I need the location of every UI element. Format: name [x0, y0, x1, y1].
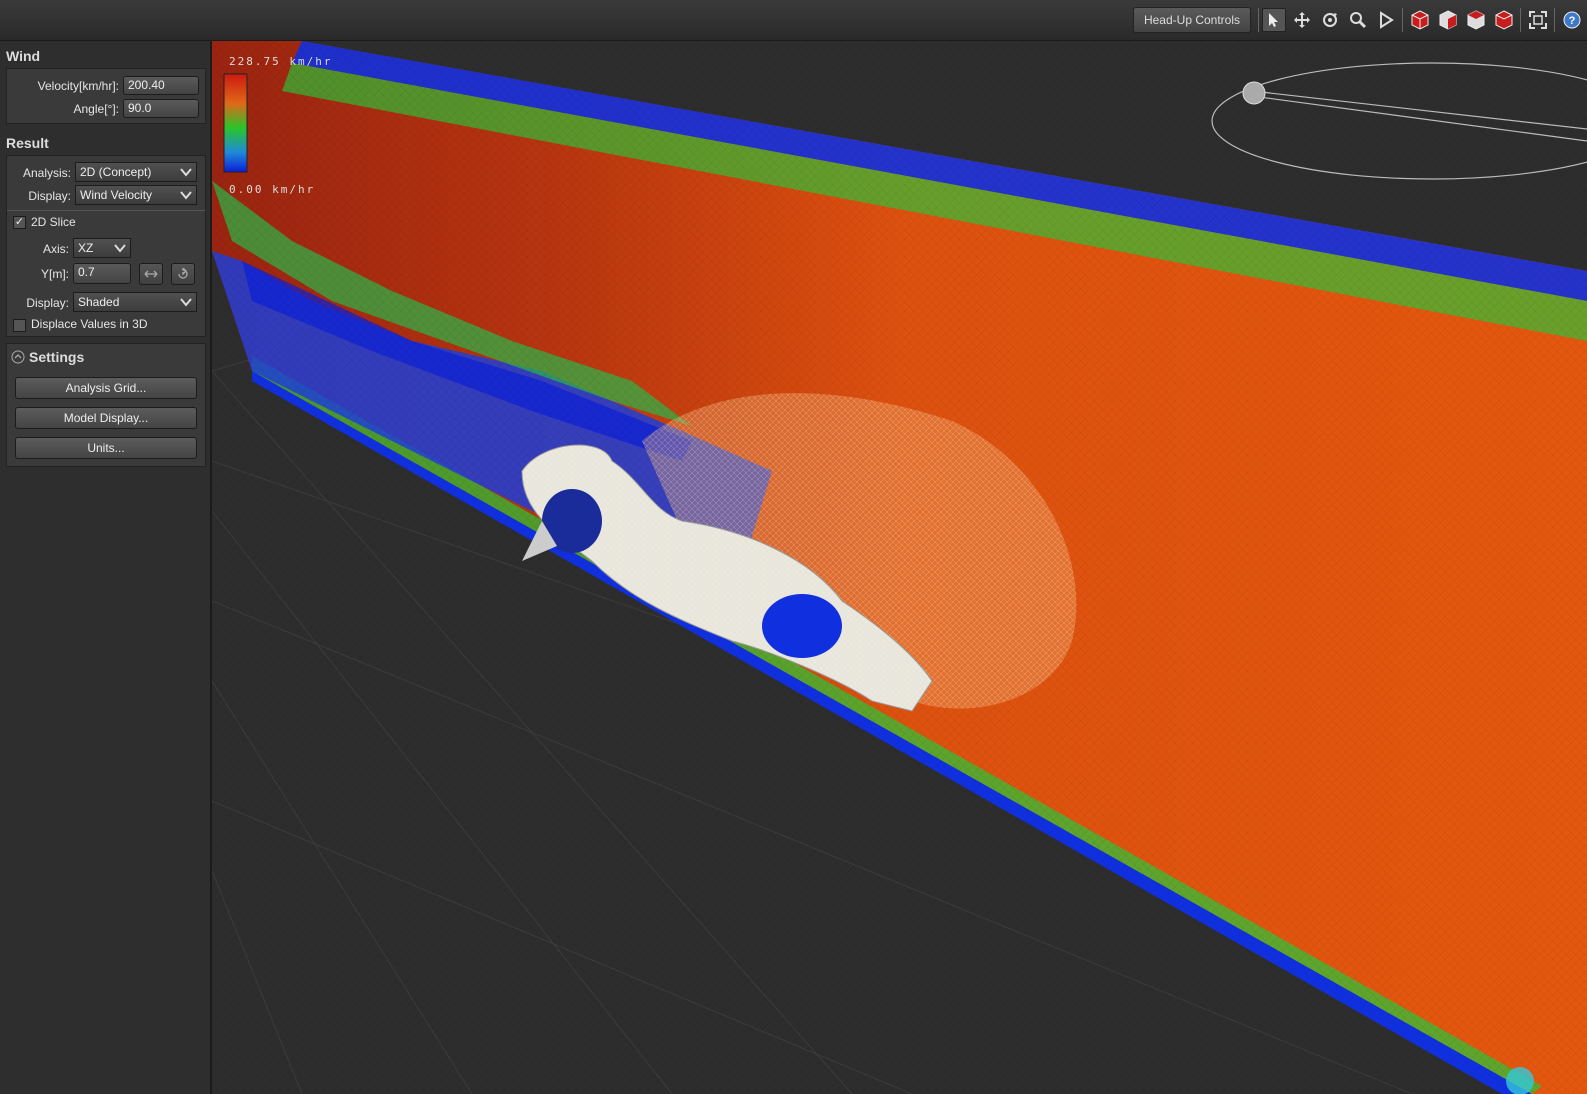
zoom-icon[interactable] [1346, 8, 1370, 32]
swap-arrows-icon [144, 270, 158, 278]
axis-label: Axis: [42, 242, 69, 256]
select-arrow-icon[interactable] [1262, 8, 1286, 32]
help-icon[interactable]: ? [1560, 8, 1584, 32]
chevron-down-icon [180, 168, 192, 177]
result-section-title: Result [6, 135, 49, 151]
head-up-controls-button[interactable]: Head-Up Controls [1133, 7, 1251, 33]
swap-direction-button[interactable] [139, 263, 163, 285]
axis-value: XZ [78, 241, 94, 255]
origin-marker-icon [1506, 1067, 1534, 1094]
scene-canvas[interactable] [212, 41, 1587, 1094]
settings-section-title: Settings [29, 349, 85, 365]
fit-view-icon[interactable] [1526, 8, 1550, 32]
displace-3d-checkbox[interactable] [13, 319, 26, 332]
divider [7, 210, 205, 211]
axis-dropdown[interactable]: XZ [73, 238, 131, 258]
analysis-value: 2D (Concept) [80, 165, 152, 179]
3d-viewport[interactable]: 228.75 km/hr 0.00 km/hr [212, 41, 1587, 1094]
display-value: Wind Velocity [80, 188, 153, 202]
chevron-down-icon [180, 191, 192, 200]
angle-label: Angle[°]: [73, 102, 120, 116]
view-cube-iso-icon[interactable] [1492, 8, 1516, 32]
orbit-icon[interactable] [1318, 8, 1342, 32]
y-input[interactable]: 0.7 [73, 263, 131, 284]
units-button[interactable]: Units... [15, 437, 197, 459]
settings-group: Settings Analysis Grid... Model Display.… [6, 343, 206, 467]
wheel-well-front [762, 594, 842, 658]
play-icon[interactable] [1374, 8, 1398, 32]
view-cube-top-icon[interactable] [1464, 8, 1488, 32]
analysis-dropdown[interactable]: 2D (Concept) [75, 162, 197, 182]
display2-label: Display: [26, 296, 69, 310]
y-label: Y[m]: [40, 267, 69, 281]
toolbar-separator [1554, 8, 1555, 32]
displace-3d-label: Displace Values in 3D [31, 317, 148, 331]
toolbar-separator [1258, 8, 1259, 32]
chevron-down-icon [180, 298, 192, 307]
collapse-icon[interactable] [11, 350, 25, 364]
view-cube-front-icon[interactable] [1408, 8, 1432, 32]
legend-min-label: 0.00 km/hr [229, 183, 316, 196]
legend-max-label: 228.75 km/hr [229, 55, 333, 68]
toolbar-separator [1520, 8, 1521, 32]
top-toolbar: Head-Up Controls ? [0, 0, 1587, 41]
analysis-grid-button[interactable]: Analysis Grid... [15, 377, 197, 399]
velocity-label: Velocity[km/hr]: [37, 79, 119, 93]
model-display-button[interactable]: Model Display... [15, 407, 197, 429]
angle-input[interactable]: 90.0 [123, 99, 199, 118]
analysis-label: Analysis: [22, 166, 71, 180]
chevron-down-icon [114, 244, 126, 253]
toolbar-separator [1402, 8, 1403, 32]
wind-section-title: Wind [6, 48, 41, 64]
display-dropdown[interactable]: Wind Velocity [75, 185, 197, 205]
result-group: Analysis: 2D (Concept) Display: Wind Vel… [6, 155, 206, 337]
wind-group: Velocity[km/hr]: 200.40 Angle[°]: 90.0 [6, 68, 206, 124]
compass-sphere-icon [1242, 81, 1266, 105]
reset-slice-button[interactable] [171, 263, 195, 285]
shading-dropdown[interactable]: Shaded [73, 292, 197, 312]
2d-slice-checkbox[interactable]: ✓ [13, 216, 26, 229]
velocity-input[interactable]: 200.40 [123, 76, 199, 95]
pan-icon[interactable] [1290, 8, 1314, 32]
reset-icon [178, 268, 188, 279]
display-label: Display: [28, 189, 71, 203]
legend-color-bar [223, 73, 248, 173]
svg-text:?: ? [1569, 15, 1576, 27]
2d-slice-label: 2D Slice [31, 215, 76, 229]
left-panel: Wind Velocity[km/hr]: 200.40 Angle[°]: 9… [0, 41, 212, 1094]
view-cube-side-icon[interactable] [1436, 8, 1460, 32]
shading-value: Shaded [78, 295, 120, 309]
